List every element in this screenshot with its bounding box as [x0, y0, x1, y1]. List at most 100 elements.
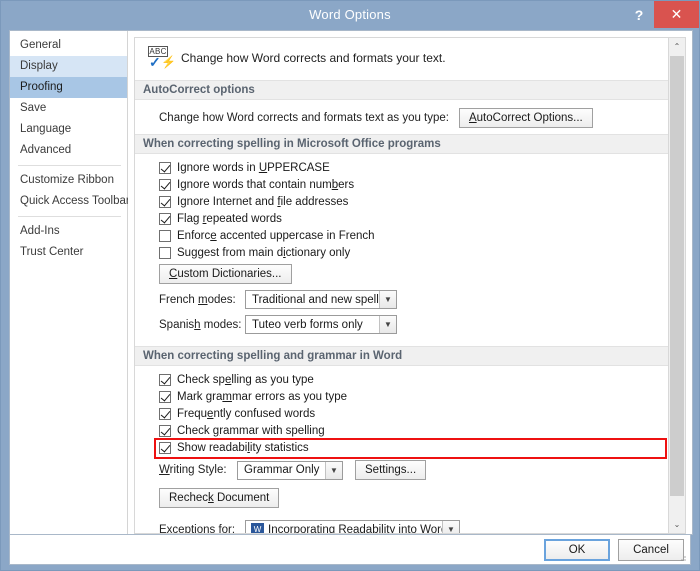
scrollbar-thumb[interactable]: [670, 56, 684, 496]
checkbox-box[interactable]: [159, 374, 171, 386]
chevron-down-icon[interactable]: ▼: [325, 461, 342, 479]
checkbox-label: Enforce accented uppercase in French: [177, 230, 375, 242]
recheck-document-row: Recheck Document: [159, 488, 658, 508]
section-header-autocorrect: AutoCorrect options: [135, 80, 668, 100]
ok-button[interactable]: OK: [544, 538, 610, 561]
checkbox-label: Ignore Internet and file addresses: [177, 196, 349, 208]
checkbox-box[interactable]: [159, 196, 171, 208]
checkbox-mark-grammar-errors[interactable]: Mark grammar errors as you type: [159, 391, 658, 403]
checkbox-box[interactable]: [159, 230, 171, 242]
checkbox-label: Show readability statistics: [177, 442, 309, 454]
checkbox-ignore-internet-addresses[interactable]: Ignore Internet and file addresses: [159, 196, 658, 208]
checkbox-box[interactable]: [159, 442, 171, 454]
title-bar-buttons: ? ✕: [624, 1, 699, 28]
sidebar-divider: [18, 216, 121, 217]
checkbox-box[interactable]: [159, 213, 171, 225]
chevron-down-icon[interactable]: ▼: [379, 291, 396, 308]
checkbox-label: Check grammar with spelling: [177, 425, 325, 437]
checkbox-enforce-accented-uppercase[interactable]: Enforce accented uppercase in French: [159, 230, 658, 242]
checkbox-label: Frequently confused words: [177, 408, 316, 420]
exceptions-select[interactable]: W Incorporating Readability into Word.do…: [245, 520, 460, 534]
sidebar-nav: General Display Proofing Save Language A…: [10, 31, 130, 534]
exceptions-value: Incorporating Readability into Word.docx: [268, 523, 442, 534]
autocorrect-button-label-rest: utoCorrect Options...: [476, 112, 583, 124]
content-pane: ABC ✓ ⚡ Change how Word corrects and for…: [128, 31, 692, 534]
checkbox-box[interactable]: [159, 408, 171, 420]
autocorrect-row-label: Change how Word corrects and formats tex…: [159, 112, 449, 124]
checkbox-label: Ignore words that contain numbers: [177, 179, 355, 191]
close-icon[interactable]: ✕: [654, 1, 699, 28]
sidebar-item-save[interactable]: Save: [10, 98, 127, 119]
scroll-down-icon[interactable]: ⌄: [669, 516, 685, 533]
scroll-up-icon[interactable]: ⌃: [669, 38, 685, 55]
sidebar-divider: [18, 165, 121, 166]
checkbox-box[interactable]: [159, 425, 171, 437]
dialog-footer: OK Cancel: [9, 535, 691, 565]
check-glyph: ✓: [149, 54, 161, 70]
cancel-button[interactable]: Cancel: [618, 538, 684, 561]
checkbox-frequently-confused-words[interactable]: Frequently confused words: [159, 408, 658, 420]
word-options-dialog: Word Options ? ✕ General Display Proofin…: [0, 0, 700, 571]
dialog-title: Word Options: [309, 7, 391, 22]
abc-spellcheck-icon: ABC ✓ ⚡: [147, 46, 176, 70]
exceptions-label: Exceptions for:: [159, 523, 236, 534]
checkbox-check-spelling-as-you-type[interactable]: Check spelling as you type: [159, 374, 658, 386]
chevron-down-icon[interactable]: ▼: [379, 316, 396, 333]
spanish-modes-label: Spanish modes:: [159, 318, 242, 331]
section-header-spelling: When correcting spelling in Microsoft Of…: [135, 134, 668, 154]
settings-button[interactable]: Settings...: [355, 460, 427, 480]
proofing-options-panel: ABC ✓ ⚡ Change how Word corrects and for…: [134, 37, 669, 534]
help-icon[interactable]: ?: [624, 1, 654, 28]
panel-header: ABC ✓ ⚡ Change how Word corrects and for…: [147, 46, 658, 70]
custom-dictionaries-button[interactable]: Custom Dictionaries...: [159, 264, 292, 284]
checkbox-box[interactable]: [159, 391, 171, 403]
autocorrect-options-button[interactable]: AutoCorrect Options...: [458, 108, 593, 128]
checkbox-show-readability-statistics[interactable]: Show readability statistics: [159, 442, 658, 454]
exceptions-row: Exceptions for: W Incorporating Readabil…: [159, 520, 658, 534]
writing-style-row: Writing Style: Grammar Only ▼ Settings..…: [159, 460, 658, 480]
french-modes-select[interactable]: Traditional and new spellings ▼: [245, 290, 397, 309]
checkbox-box[interactable]: [159, 179, 171, 191]
french-modes-label: French modes:: [159, 293, 236, 306]
sidebar-item-general[interactable]: General: [10, 35, 127, 56]
checkbox-box[interactable]: [159, 162, 171, 174]
sidebar-item-display[interactable]: Display: [10, 56, 127, 77]
sidebar-item-advanced[interactable]: Advanced: [10, 140, 127, 161]
french-modes-row: French modes: Traditional and new spelli…: [159, 290, 658, 309]
checkbox-label: Suggest from main dictionary only: [177, 247, 351, 259]
checkbox-check-grammar-with-spelling[interactable]: Check grammar with spelling: [159, 425, 658, 437]
writing-style-select[interactable]: Grammar Only ▼: [237, 460, 343, 480]
word-document-icon: W: [251, 523, 264, 533]
checkbox-ignore-uppercase[interactable]: Ignore words in UPPERCASE: [159, 162, 658, 174]
panel-header-text: Change how Word corrects and formats you…: [181, 51, 446, 65]
sidebar-item-quick-access-toolbar[interactable]: Quick Access Toolbar: [10, 191, 130, 212]
french-modes-value: Traditional and new spellings: [252, 293, 379, 306]
checkbox-box[interactable]: [159, 247, 171, 259]
section-header-grammar: When correcting spelling and grammar in …: [135, 346, 668, 366]
writing-style-label: Writing Style:: [159, 464, 227, 476]
vertical-scrollbar[interactable]: ⌃ ⌄: [669, 37, 686, 534]
spanish-modes-select[interactable]: Tuteo verb forms only ▼: [245, 315, 397, 334]
recheck-document-button[interactable]: Recheck Document: [159, 488, 280, 508]
checkbox-label: Ignore words in UPPERCASE: [177, 162, 330, 174]
checkbox-flag-repeated-words[interactable]: Flag repeated words: [159, 213, 658, 225]
spanish-modes-value: Tuteo verb forms only: [252, 318, 363, 331]
sidebar-item-language[interactable]: Language: [10, 119, 127, 140]
resize-grip-icon[interactable]: [677, 552, 687, 562]
checkbox-label: Flag repeated words: [177, 213, 282, 225]
checkbox-label: Check spelling as you type: [177, 374, 314, 386]
checkbox-suggest-main-dictionary[interactable]: Suggest from main dictionary only: [159, 247, 658, 259]
checkbox-label: Mark grammar errors as you type: [177, 391, 348, 403]
sidebar-item-customize-ribbon[interactable]: Customize Ribbon: [10, 170, 127, 191]
lightning-glyph: ⚡: [161, 55, 176, 69]
custom-dictionaries-row: Custom Dictionaries...: [159, 264, 658, 284]
chevron-down-icon[interactable]: ▼: [442, 521, 459, 533]
checkbox-ignore-numbers[interactable]: Ignore words that contain numbers: [159, 179, 658, 191]
sidebar-item-add-ins[interactable]: Add-Ins: [10, 221, 127, 242]
dialog-body: General Display Proofing Save Language A…: [9, 30, 693, 535]
writing-style-value: Grammar Only: [244, 464, 320, 476]
title-bar: Word Options ? ✕: [1, 1, 699, 28]
autocorrect-row: Change how Word corrects and formats tex…: [159, 108, 658, 128]
sidebar-item-proofing[interactable]: Proofing: [10, 77, 127, 98]
sidebar-item-trust-center[interactable]: Trust Center: [10, 242, 127, 263]
